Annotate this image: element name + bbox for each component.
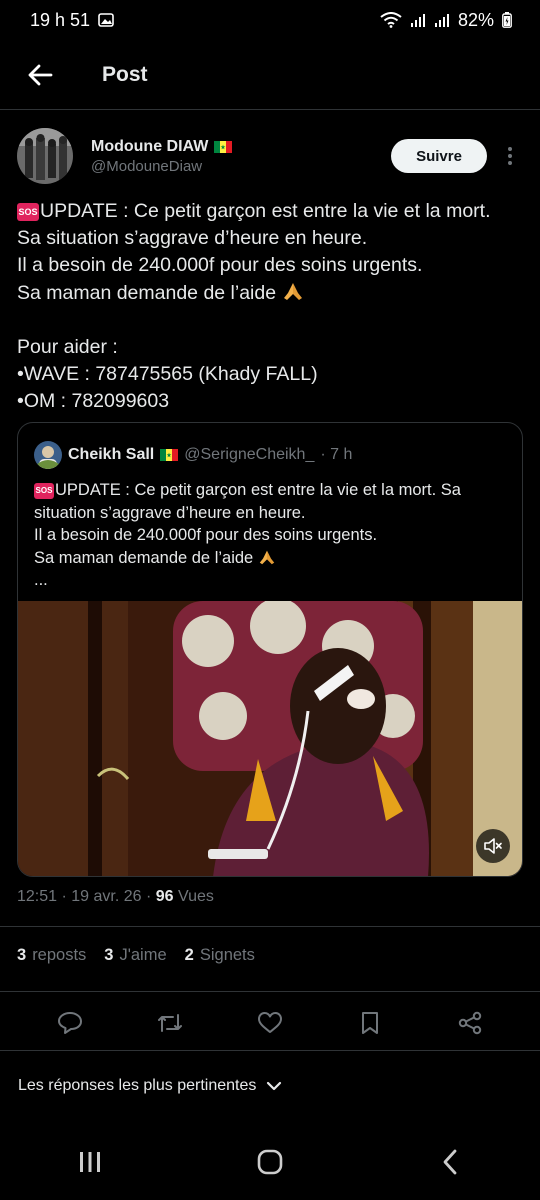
page-title: Post: [102, 62, 148, 86]
divider: [0, 1050, 540, 1051]
quote-author-handle: @SerigneCheikh_: [184, 446, 315, 463]
top-bar: Post: [0, 40, 540, 110]
author-handle: @ModouneDiaw: [91, 157, 203, 175]
post-datetime: 12:51 · 19 avr. 26 ·: [17, 888, 156, 905]
signal-icon-1: [410, 13, 426, 27]
post-text: SOS UPDATE : Ce petit garçon est entre la…: [17, 198, 523, 415]
status-time: 19 h 51: [30, 9, 91, 30]
senegal-flag-icon: [160, 449, 179, 461]
quote-author-name[interactable]: Cheikh Sall: [68, 446, 154, 464]
views-label: Vues: [173, 888, 214, 905]
reposts-stat[interactable]: 3 reposts: [17, 946, 86, 965]
more-vertical-icon: [508, 147, 512, 165]
post-line: Il a besoin de 240.000f pour des soins u…: [17, 254, 423, 277]
arrow-left-icon: [28, 64, 53, 85]
quote-header: Cheikh Sall @SerigneCheikh_ · 7 h: [34, 441, 352, 469]
quote-line: Sa maman demande de l’aide: [34, 547, 514, 570]
views-count: 96: [155, 888, 174, 905]
repost-icon: [158, 1014, 182, 1032]
recent-apps-button[interactable]: [60, 1137, 120, 1187]
sos-emoji-icon: SOS: [17, 203, 39, 221]
bookmark-icon: [362, 1012, 378, 1034]
divider: [0, 926, 540, 927]
post: Modoune DIAW @ModouneDiaw Suivre SOS UPDA…: [17, 120, 523, 415]
share-button[interactable]: [450, 1003, 490, 1043]
share-icon: [458, 1011, 482, 1035]
praying-hands-emoji-icon: [283, 282, 302, 300]
repost-button[interactable]: [150, 1003, 190, 1043]
praying-hands-emoji-icon: [259, 550, 275, 564]
signal-icon-2: [434, 13, 450, 27]
post-line: Sa maman demande de l’aide: [17, 280, 523, 307]
likes-stat[interactable]: 3 J'aime: [104, 946, 166, 965]
more-options-button[interactable]: [497, 139, 523, 173]
battery-charging-icon: [502, 12, 512, 28]
system-nav-bar: [0, 1124, 540, 1200]
divider: [0, 991, 540, 992]
muted-speaker-icon: [484, 838, 502, 854]
mute-button[interactable]: [476, 829, 510, 863]
gallery-notification-icon: [98, 13, 114, 27]
quote-text: SOS UPDATE : Ce petit garçon est entre la…: [34, 479, 514, 592]
home-button[interactable]: [240, 1137, 300, 1187]
follow-button[interactable]: Suivre: [391, 139, 487, 173]
post-line: •OM : 782099603: [17, 390, 170, 413]
author-row: Modoune DIAW @ModouneDiaw Suivre: [17, 120, 523, 192]
back-button[interactable]: [20, 55, 60, 95]
post-line: Pour aider :: [17, 335, 118, 358]
post-line: Sa situation s’aggrave d’heure en heure.: [17, 227, 368, 250]
replies-sort-dropdown[interactable]: Les réponses les plus pertinentes: [18, 1077, 282, 1095]
recent-apps-icon: [80, 1152, 100, 1172]
chevron-left-icon: [443, 1149, 457, 1175]
battery-percent: 82%: [457, 9, 494, 30]
chevron-down-icon: [267, 1081, 282, 1091]
like-button[interactable]: [250, 1003, 290, 1043]
quote-line: situation s’aggrave d’heure en heure.: [34, 503, 306, 522]
engagement-stats: 3 reposts 3 J'aime 2 Signets: [17, 946, 255, 965]
replies-sort-label: Les réponses les plus pertinentes: [18, 1077, 257, 1094]
post-line: [17, 307, 523, 334]
quote-video[interactable]: [18, 601, 522, 876]
back-nav-button[interactable]: [420, 1137, 480, 1187]
status-bar: 19 h 51 82%: [0, 0, 540, 40]
sos-emoji-icon: SOS: [34, 483, 54, 499]
reply-button[interactable]: [50, 1003, 90, 1043]
quoted-post[interactable]: Cheikh Sall @SerigneCheikh_ · 7 h SOS UPD…: [17, 422, 523, 877]
home-icon: [257, 1149, 283, 1175]
author-name[interactable]: Modoune DIAW: [91, 138, 208, 156]
author-avatar[interactable]: [17, 128, 73, 184]
wifi-icon: [380, 12, 402, 28]
quote-avatar[interactable]: [34, 441, 62, 469]
action-bar: [0, 1000, 540, 1046]
quote-line: ...: [34, 571, 48, 589]
post-line: •WAVE : 787475565 (Khady FALL): [17, 363, 318, 386]
quote-line: Il a besoin de 240.000f pour des soins u…: [34, 526, 378, 544]
heart-icon: [258, 1012, 282, 1033]
bookmark-button[interactable]: [350, 1003, 390, 1043]
post-meta: 12:51 · 19 avr. 26 · 96 Vues: [17, 888, 214, 906]
post-line: SOS UPDATE : Ce petit garçon est entre la…: [17, 200, 491, 222]
quote-timestamp: · 7 h: [320, 446, 353, 463]
senegal-flag-icon: [214, 140, 233, 153]
bookmarks-stat[interactable]: 2 Signets: [185, 946, 255, 965]
reply-icon: [58, 1012, 82, 1034]
quote-line: SOS UPDATE : Ce petit garçon est entre la…: [34, 481, 461, 499]
